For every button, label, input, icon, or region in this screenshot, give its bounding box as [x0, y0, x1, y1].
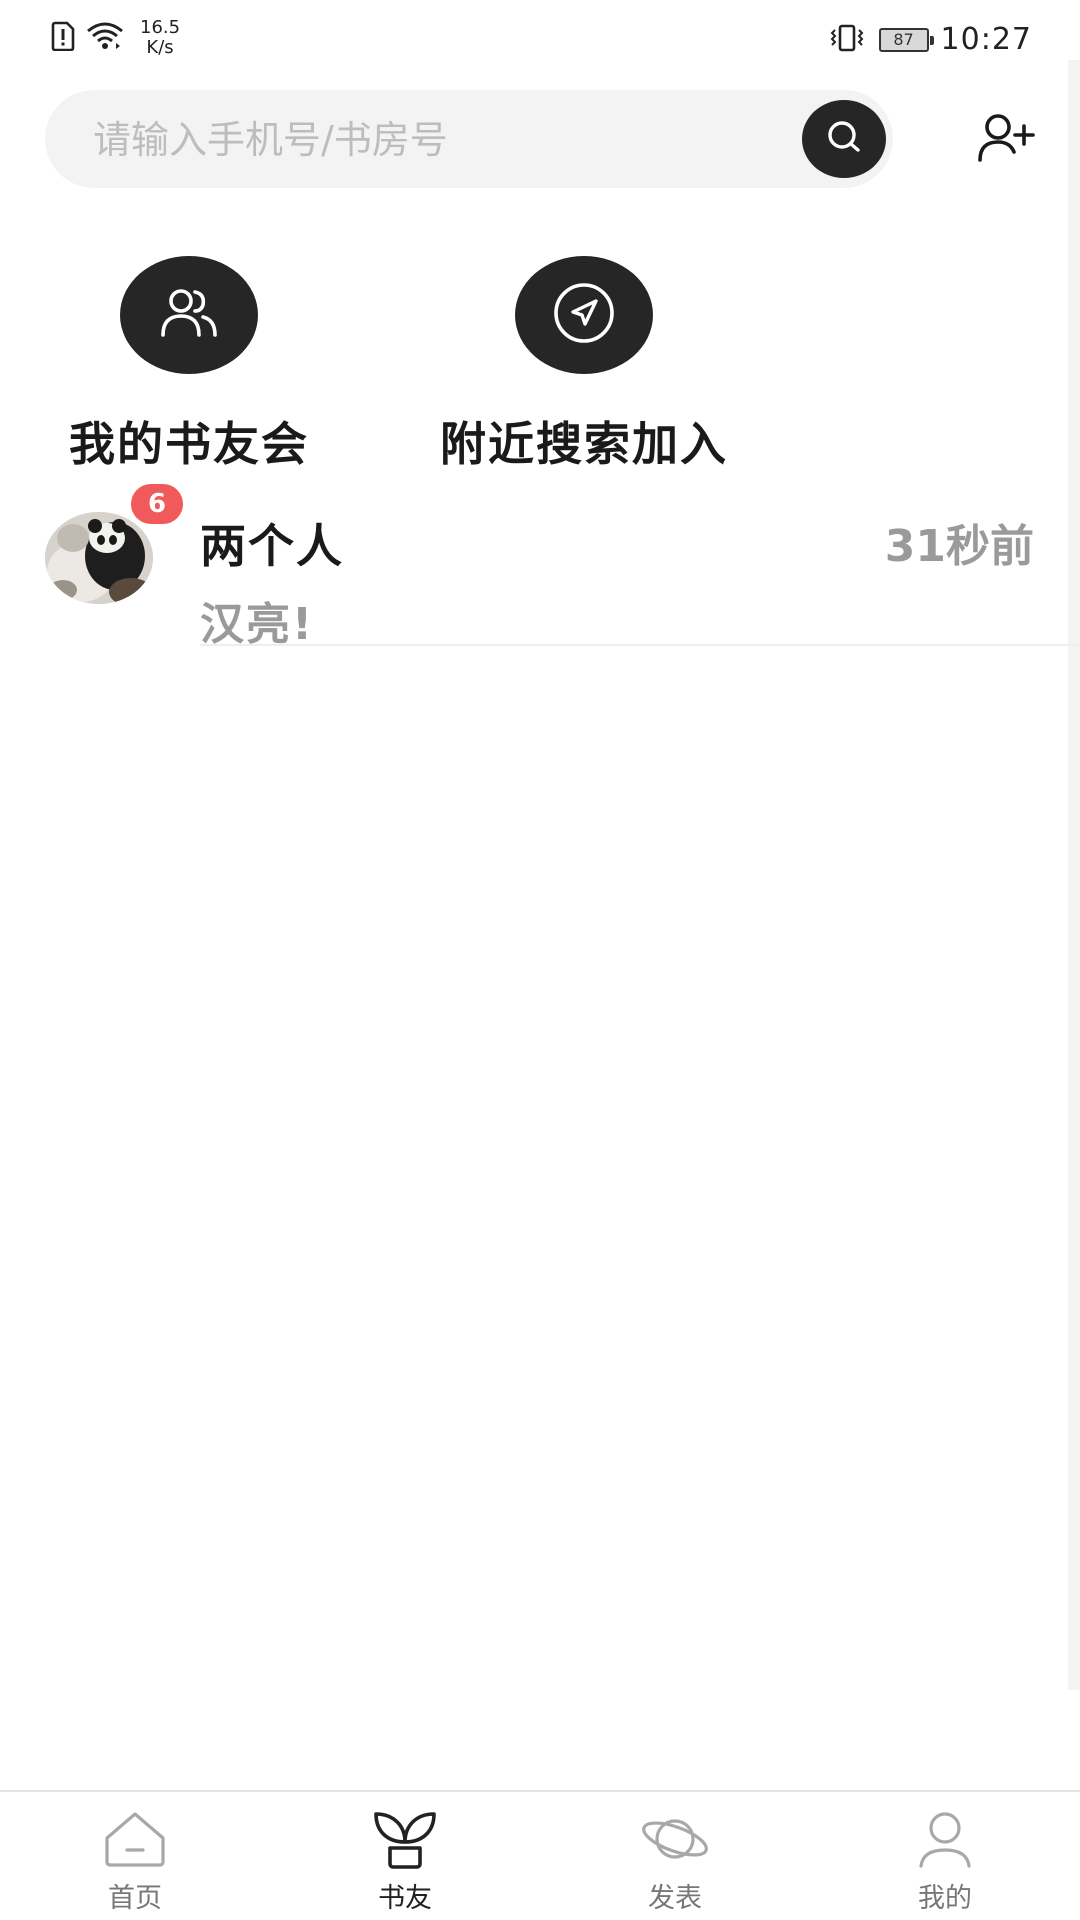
sprout-icon [370, 1808, 440, 1870]
search-icon [824, 117, 864, 161]
my-book-club-circle [120, 256, 258, 374]
nav-home-label: 首页 [108, 1883, 162, 1914]
planet-icon [640, 1808, 710, 1870]
status-left: 16.5 K/s [50, 18, 180, 58]
battery-icon: 87 [878, 27, 934, 52]
my-book-club-button[interactable]: 我的书友会 [48, 256, 330, 474]
nearby-join-label: 附近搜索加入 [440, 417, 728, 471]
net-speed: 16.5 K/s [140, 18, 180, 58]
status-bar: 16.5 K/s 87 10:27 [0, 0, 1080, 80]
add-user-icon [976, 110, 1036, 170]
wifi-icon [86, 21, 124, 55]
location-arrow-icon [551, 280, 617, 350]
unread-badge: 6 [131, 484, 183, 524]
nav-mine-label: 我的 [918, 1883, 972, 1914]
avatar [45, 512, 153, 604]
search-bar [45, 90, 893, 190]
scroll-track [1068, 60, 1080, 1690]
divider [200, 644, 1080, 646]
net-speed-unit: K/s [146, 37, 174, 58]
nav-mine[interactable]: 我的 [810, 1792, 1080, 1920]
conversation-name: 两个人 [200, 519, 344, 573]
bottom-nav: 首页 书友 发表 我的 [0, 1790, 1080, 1920]
battery-level: 87 [893, 30, 914, 49]
nav-post[interactable]: 发表 [540, 1792, 810, 1920]
home-icon [100, 1808, 170, 1870]
nav-friends-label: 书友 [378, 1883, 432, 1914]
my-book-club-label: 我的书友会 [69, 417, 309, 471]
user-icon [910, 1808, 980, 1870]
search-input[interactable] [91, 90, 785, 190]
vibrate-icon [827, 23, 867, 57]
search-button[interactable] [802, 100, 886, 178]
screen: 16.5 K/s 87 10:27 请输入手机号/书房号 我的书友会 附近搜索加… [0, 0, 1080, 1920]
sim-alert-icon [50, 21, 76, 55]
nav-friends[interactable]: 书友 [270, 1792, 540, 1920]
status-right: 87 10:27 [827, 22, 1032, 57]
add-friend-button[interactable] [976, 112, 1036, 168]
net-speed-value: 16.5 [140, 17, 181, 38]
clock: 10:27 [940, 22, 1032, 57]
conversation-time: 31秒前 [884, 521, 1034, 572]
people-icon [159, 285, 219, 345]
nav-post-label: 发表 [648, 1883, 702, 1914]
conversation-row[interactable]: 6 两个人 31秒前 汉亮! [0, 484, 1080, 650]
nav-home[interactable]: 首页 [0, 1792, 270, 1920]
conversation-message: 汉亮! [200, 599, 315, 650]
nearby-join-button[interactable]: 附近搜索加入 [414, 256, 754, 474]
nearby-join-circle [515, 256, 653, 374]
